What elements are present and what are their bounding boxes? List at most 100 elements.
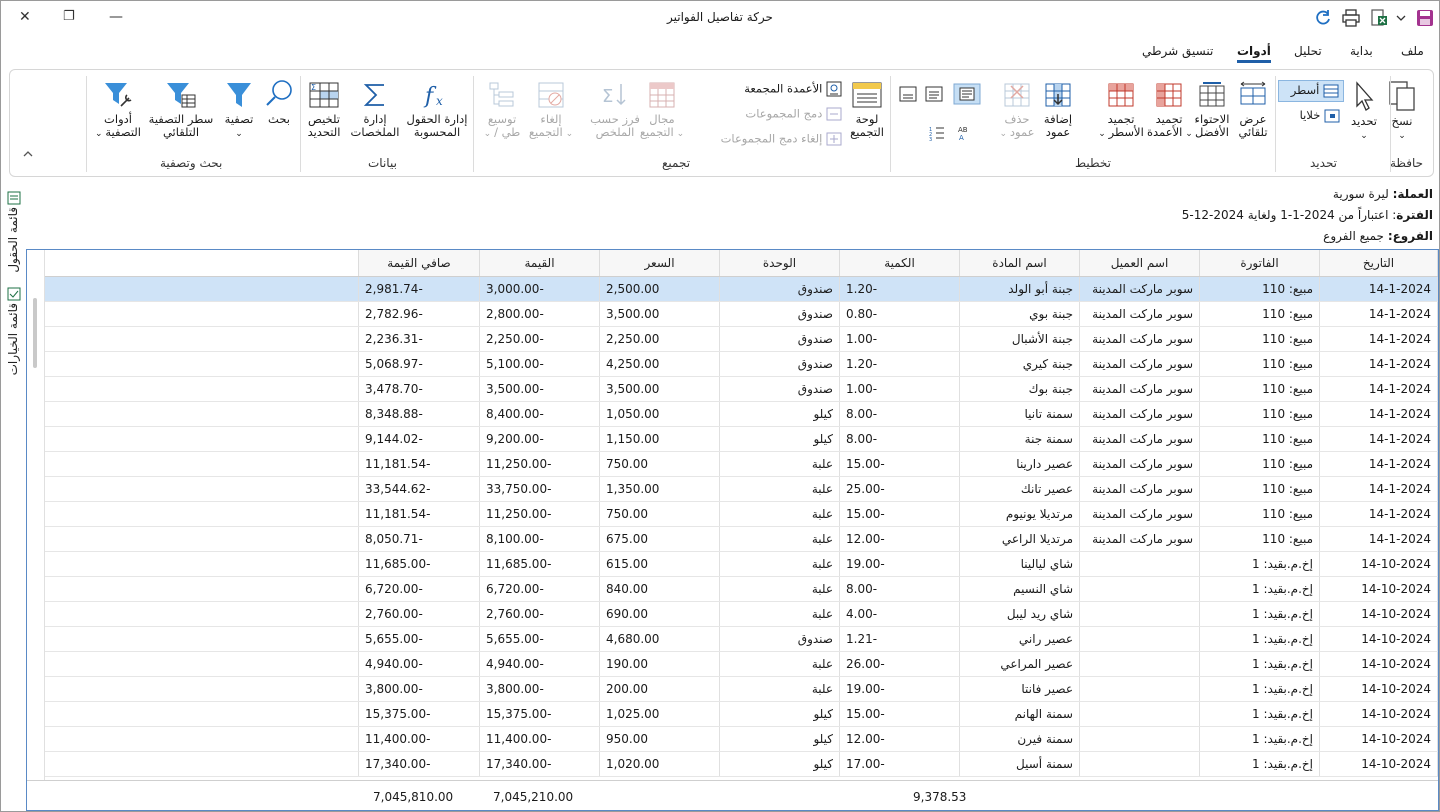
best-fit-button[interactable]: الاحتواء الأفضل — [1190, 80, 1234, 139]
cell-customer[interactable] — [1079, 626, 1200, 652]
cell-net-value[interactable]: -6,720.00 — [358, 576, 480, 602]
cell-quantity[interactable]: -12.00 — [839, 526, 960, 552]
freeze-columns-button[interactable]: تجميد الأعمدة ⌄ — [1147, 80, 1193, 141]
table-row[interactable]: 14-10-2024 إخ.م.بقيد: 1 عصير فانتا -19.00 عل… — [44, 676, 1438, 702]
table-row[interactable]: 14-1-2024 مبيع: 110 سوبر ماركت المدينة مرتد… — [44, 501, 1438, 527]
chevron-down-icon[interactable] — [1395, 9, 1407, 27]
cell-quantity[interactable]: -1.00 — [839, 326, 960, 352]
menu-home[interactable]: بداية — [1350, 44, 1373, 58]
table-row[interactable]: 14-1-2024 مبيع: 110 سوبر ماركت المدينة جبنة… — [44, 326, 1438, 352]
cell-quantity[interactable]: -15.00 — [839, 501, 960, 527]
cell-price[interactable]: 190.00 — [599, 651, 720, 677]
cell-price[interactable]: 2,500.00 — [599, 276, 720, 302]
col-header-value[interactable]: القيمة — [479, 250, 600, 277]
cell-quantity[interactable]: -17.00 — [839, 751, 960, 777]
cell-value[interactable]: -3,500.00 — [479, 376, 600, 402]
menu-conditional-formatting[interactable]: تنسيق شرطي — [1142, 44, 1213, 58]
cell-quantity[interactable]: -25.00 — [839, 476, 960, 502]
cell-value[interactable]: -9,200.00 — [479, 426, 600, 452]
cell-net-value[interactable]: -2,981.74 — [358, 276, 480, 302]
cell-item[interactable]: جبنة كيري — [959, 351, 1080, 377]
cell-unit[interactable]: علبة — [719, 651, 840, 677]
cell-item[interactable]: شاي النسيم — [959, 576, 1080, 602]
cell-net-value[interactable]: -11,685.00 — [358, 551, 480, 577]
col-header-quantity[interactable]: الكمية — [839, 250, 960, 277]
cell-unit[interactable]: صندوق — [719, 301, 840, 327]
cell-item[interactable]: عصير فانتا — [959, 676, 1080, 702]
cell-price[interactable]: 3,500.00 — [599, 376, 720, 402]
cell-price[interactable]: 1,025.00 — [599, 701, 720, 727]
refresh-icon[interactable] — [1314, 9, 1332, 27]
cell-item[interactable]: شاي ريد ليبل — [959, 601, 1080, 627]
cell-net-value[interactable]: -9,144.02 — [358, 426, 480, 452]
align-right-icon[interactable] — [953, 83, 981, 105]
filter-tools-button[interactable]: أدوات ⌄ التصفية — [94, 80, 142, 141]
cell-value[interactable]: -3,000.00 — [479, 276, 600, 302]
cell-date[interactable]: 14-10-2024 — [1319, 601, 1438, 627]
col-header-unit[interactable]: الوحدة — [719, 250, 840, 277]
cell-invoice[interactable]: مبيع: 110 — [1199, 326, 1320, 352]
cell-item[interactable]: مرتديلا يونيوم — [959, 501, 1080, 527]
cell-date[interactable]: 14-10-2024 — [1319, 651, 1438, 677]
cell-quantity[interactable]: -19.00 — [839, 676, 960, 702]
cell-customer[interactable]: سوبر ماركت المدينة — [1079, 476, 1200, 502]
cell-item[interactable]: سمنة الهانم — [959, 701, 1080, 727]
col-header-item[interactable]: اسم المادة — [959, 250, 1080, 277]
cell-net-value[interactable]: -5,655.00 — [358, 626, 480, 652]
cell-value[interactable]: -4,940.00 — [479, 651, 600, 677]
cell-net-value[interactable]: -2,760.00 — [358, 601, 480, 627]
cell-item[interactable]: جبنة الأشبال — [959, 326, 1080, 352]
cell-price[interactable]: 3,500.00 — [599, 301, 720, 327]
cell-quantity[interactable]: -15.00 — [839, 451, 960, 477]
cell-price[interactable]: 840.00 — [599, 576, 720, 602]
cell-net-value[interactable]: -2,782.96 — [358, 301, 480, 327]
text-case-icon[interactable]: ABA — [956, 124, 974, 142]
cell-date[interactable]: 14-1-2024 — [1319, 526, 1438, 552]
filter-button[interactable]: تصفية ⌄ — [220, 80, 258, 141]
table-row[interactable]: 14-10-2024 إخ.م.بقيد: 1 سمنة الهانم -15.00 ك… — [44, 701, 1438, 727]
table-row[interactable]: 14-10-2024 إخ.م.بقيد: 1 شاي ريد ليبل -4.00 ع… — [44, 601, 1438, 627]
cell-net-value[interactable]: -3,800.00 — [358, 676, 480, 702]
cell-value[interactable]: -8,400.00 — [479, 401, 600, 427]
cell-unit[interactable]: صندوق — [719, 351, 840, 377]
cell-invoice[interactable]: مبيع: 110 — [1199, 501, 1320, 527]
cell-date[interactable]: 14-10-2024 — [1319, 551, 1438, 577]
menu-file[interactable]: ملف — [1401, 44, 1424, 58]
cell-date[interactable]: 14-10-2024 — [1319, 626, 1438, 652]
cell-customer[interactable]: سوبر ماركت المدينة — [1079, 301, 1200, 327]
cell-customer[interactable] — [1079, 576, 1200, 602]
cell-unit[interactable]: علبة — [719, 576, 840, 602]
cell-invoice[interactable]: إخ.م.بقيد: 1 — [1199, 601, 1320, 627]
cell-quantity[interactable]: -26.00 — [839, 651, 960, 677]
save-icon[interactable] — [1416, 9, 1434, 27]
cell-item[interactable]: سمنة تانيا — [959, 401, 1080, 427]
cell-invoice[interactable]: مبيع: 110 — [1199, 451, 1320, 477]
table-row[interactable]: 14-10-2024 إخ.م.بقيد: 1 سمنة فيرن -12.00 كيل… — [44, 726, 1438, 752]
cell-unit[interactable]: صندوق — [719, 376, 840, 402]
cell-date[interactable]: 14-1-2024 — [1319, 401, 1438, 427]
cell-invoice[interactable]: مبيع: 110 — [1199, 426, 1320, 452]
menu-analysis[interactable]: تحليل — [1294, 44, 1322, 58]
cell-price[interactable]: 950.00 — [599, 726, 720, 752]
cell-price[interactable]: 750.00 — [599, 451, 720, 477]
cell-price[interactable]: 615.00 — [599, 551, 720, 577]
cell-customer[interactable]: سوبر ماركت المدينة — [1079, 451, 1200, 477]
table-row[interactable]: 14-1-2024 مبيع: 110 سوبر ماركت المدينة عصير… — [44, 451, 1438, 477]
cell-date[interactable]: 14-1-2024 — [1319, 301, 1438, 327]
col-header-net-value[interactable]: صافي القيمة — [358, 250, 480, 277]
selection-summary-button[interactable]: Σ تلخيص التحديد — [302, 80, 346, 139]
cell-invoice[interactable]: إخ.م.بقيد: 1 — [1199, 726, 1320, 752]
cell-invoice[interactable]: إخ.م.بقيد: 1 — [1199, 651, 1320, 677]
cell-invoice[interactable]: إخ.م.بقيد: 1 — [1199, 701, 1320, 727]
print-icon[interactable] — [1342, 9, 1360, 27]
cell-price[interactable]: 1,350.00 — [599, 476, 720, 502]
collapse-ribbon-icon[interactable] — [22, 150, 34, 158]
cell-invoice[interactable]: مبيع: 110 — [1199, 526, 1320, 552]
table-row[interactable]: 14-1-2024 مبيع: 110 سوبر ماركت المدينة مرتد… — [44, 526, 1438, 552]
cell-quantity[interactable]: -8.00 — [839, 426, 960, 452]
numbering-icon[interactable]: 123 — [928, 124, 946, 142]
table-row[interactable]: 14-1-2024 مبيع: 110 سوبر ماركت المدينة جبنة… — [44, 276, 1438, 302]
cell-net-value[interactable]: -33,544.62 — [358, 476, 480, 502]
select-cells-button[interactable]: خلايا — [1278, 106, 1344, 125]
cell-price[interactable]: 675.00 — [599, 526, 720, 552]
